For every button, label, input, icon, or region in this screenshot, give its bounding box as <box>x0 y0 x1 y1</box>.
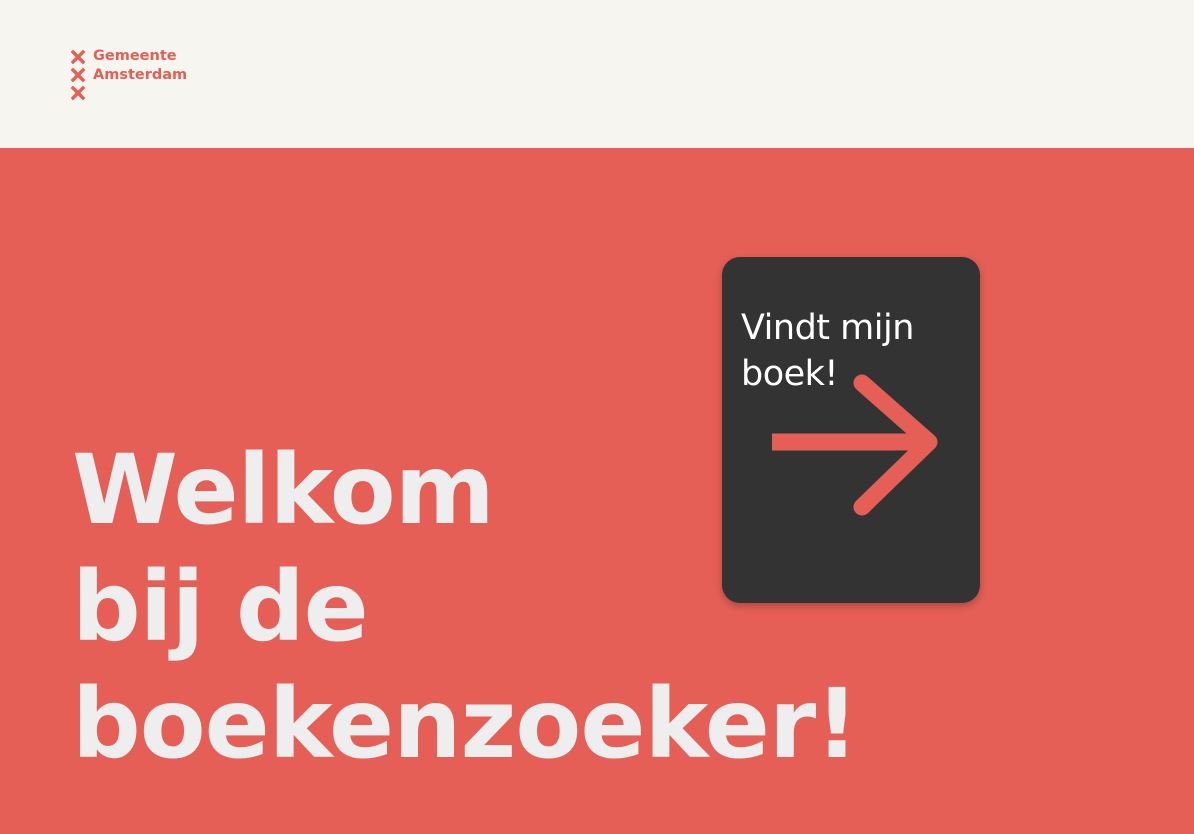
cross-icon <box>70 85 86 101</box>
logo-line-gemeente: Gemeente <box>93 48 177 64</box>
cross-icon <box>70 49 86 65</box>
welcome-heading-line-3: boekenzoeker! <box>72 668 859 780</box>
header-bar: Gemeente Amsterdam <box>0 0 1194 148</box>
welcome-screen: Gemeente Amsterdam Welkom bij de boekenz… <box>0 0 1194 834</box>
logo-wordmark: Gemeente Amsterdam <box>93 47 187 85</box>
gemeente-amsterdam-logo: Gemeente Amsterdam <box>70 47 210 103</box>
cross-icon <box>70 67 86 83</box>
amsterdam-crosses-icon <box>70 49 86 103</box>
find-my-book-button[interactable]: Vindt mijn boek! <box>722 257 980 603</box>
logo-line-amsterdam: Amsterdam <box>93 67 188 83</box>
arrow-right-icon <box>772 374 938 516</box>
